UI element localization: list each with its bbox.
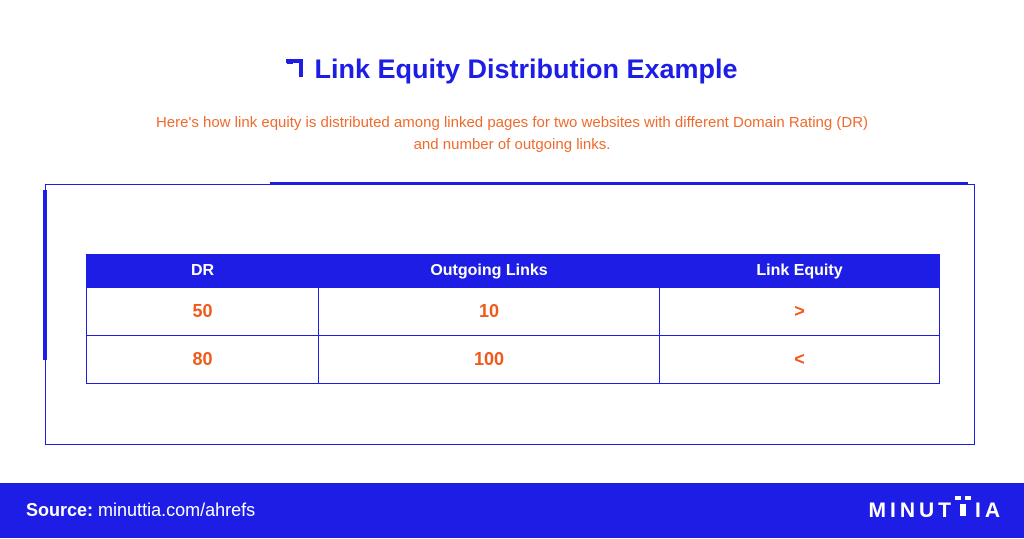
frame-accent-left xyxy=(43,190,47,360)
cell-outgoing-links: 100 xyxy=(318,335,660,384)
cell-link-equity: > xyxy=(659,287,940,336)
cell-outgoing-links: 10 xyxy=(318,287,660,336)
table-row: 50 10 > xyxy=(86,287,940,336)
brand-suffix: IA xyxy=(975,499,1004,522)
brand-logo: MINUT IA xyxy=(869,483,1005,538)
table-row: 80 100 < xyxy=(86,335,940,384)
source-url: minuttia.com/ahrefs xyxy=(98,500,256,520)
source-credit: Source: minuttia.com/ahrefs xyxy=(26,483,255,538)
brand-prefix: MINUT xyxy=(868,499,955,522)
source-label: Source: xyxy=(26,500,94,520)
logo-t-mark-icon xyxy=(955,482,971,537)
table-header-row: DR Outgoing Links Link Equity xyxy=(86,254,940,288)
column-header-outgoing-links: Outgoing Links xyxy=(318,254,660,288)
page-title: Link Equity Distribution Example xyxy=(0,52,1024,88)
cell-dr: 50 xyxy=(86,287,319,336)
cell-link-equity: < xyxy=(659,335,940,384)
corner-bracket-icon xyxy=(285,51,304,85)
link-equity-table: DR Outgoing Links Link Equity 50 10 > 80… xyxy=(86,254,940,384)
page-subtitle: Here's how link equity is distributed am… xyxy=(155,114,869,153)
footer-bar: Source: minuttia.com/ahrefs MINUT IA xyxy=(0,483,1024,538)
page-title-text: Link Equity Distribution Example xyxy=(314,54,738,84)
cell-dr: 80 xyxy=(86,335,319,384)
column-header-dr: DR xyxy=(86,254,319,288)
frame-accent-top xyxy=(270,182,968,185)
column-header-link-equity: Link Equity xyxy=(659,254,940,288)
